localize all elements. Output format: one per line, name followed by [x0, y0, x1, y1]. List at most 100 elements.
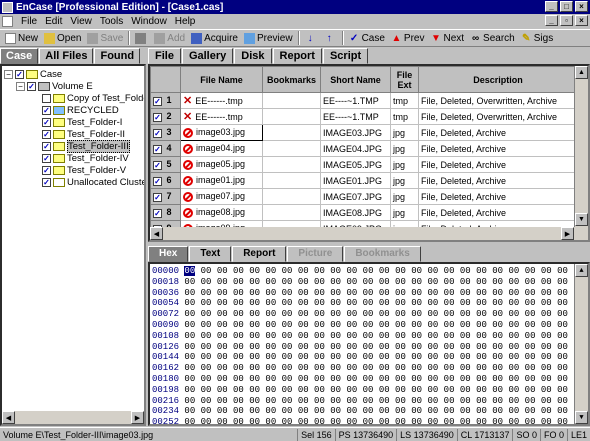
tab-report[interactable]: Report — [272, 48, 322, 64]
cell-short-name[interactable]: IMAGE04.JPG — [320, 140, 391, 157]
row-checkbox[interactable]: ✓ — [153, 176, 162, 186]
menu-window[interactable]: Window — [127, 16, 171, 27]
cell-short-name[interactable]: IMAGE08.JPG — [320, 204, 391, 221]
search-button[interactable]: ∞ Search — [467, 30, 518, 46]
row-selector[interactable]: ✓ 8 — [150, 204, 181, 221]
mdi-restore-button[interactable]: ▫ — [560, 15, 573, 26]
scroll-up-icon[interactable]: ▲ — [575, 66, 588, 79]
tab-text[interactable]: Text — [189, 246, 232, 262]
tree-checkbox[interactable]: ✓ — [42, 165, 51, 175]
cell-description[interactable]: File, Deleted, Archive — [418, 188, 578, 205]
cell-file-ext[interactable]: tmp — [390, 108, 419, 125]
table-row[interactable]: ✓ 7 image07.jpg IMAGE07.JPG jpg File, Delete… — [150, 188, 578, 205]
tab-bookmarks[interactable]: Bookmarks — [344, 246, 421, 262]
cell-description[interactable]: File, Deleted, Archive — [418, 172, 578, 189]
cell-short-name[interactable]: EE----~1.TMP — [320, 108, 391, 125]
cell-file-name[interactable]: ✕ EE------.tmp — [180, 108, 263, 125]
row-selector[interactable]: ✓ 1 — [150, 92, 181, 109]
tree-checkbox[interactable]: ✓ — [42, 129, 51, 139]
cell-description[interactable]: File, Deleted, Archive — [418, 204, 578, 221]
row-selector[interactable]: ✓ 5 — [150, 156, 181, 173]
sort-az-button[interactable]: ↓ — [302, 30, 321, 46]
cell-bookmarks[interactable] — [262, 92, 321, 109]
cell-short-name[interactable]: IMAGE07.JPG — [320, 188, 391, 205]
cell-file-name[interactable]: image07.jpg — [180, 188, 263, 205]
sort-za-button[interactable]: ↑ — [321, 30, 340, 46]
tree-checkbox[interactable]: ✓ — [15, 69, 24, 79]
menu-tools[interactable]: Tools — [96, 16, 127, 27]
row-selector[interactable]: ✓ 3 — [150, 124, 181, 141]
tab-script[interactable]: Script — [322, 48, 369, 64]
tab-report-view[interactable]: Report — [232, 246, 287, 262]
table-row[interactable]: ✓ 4 image04.jpg IMAGE04.JPG jpg File, Delete… — [150, 140, 578, 157]
tab-file[interactable]: File — [148, 48, 181, 64]
scroll-left-icon[interactable]: ◀ — [2, 411, 15, 424]
cell-description[interactable]: File, Deleted, Archive — [418, 156, 578, 173]
tree-item-test-folder-i[interactable]: ✓ Test_Folder-I — [42, 116, 122, 128]
collapse-icon[interactable]: − — [16, 81, 25, 91]
tree-item-recycled[interactable]: ✓ RECYCLED — [42, 104, 119, 116]
hex-row[interactable]: 00252 00 00 00 00 00 00 00 00 00 00 00 0… — [152, 417, 588, 424]
cell-description[interactable]: File, Deleted, Overwritten, Archive — [418, 92, 578, 109]
table-horizontal-scrollbar[interactable]: ◀ ▶ — [150, 227, 588, 240]
tree-item-test-folder-iv[interactable]: ✓ Test_Folder-IV — [42, 152, 129, 164]
row-selector[interactable]: ✓ 4 — [150, 140, 181, 157]
minimize-button[interactable]: _ — [545, 1, 558, 12]
tree-horizontal-scrollbar[interactable]: ◀ ▶ — [2, 411, 144, 424]
tree-item-volume-e[interactable]: − ✓ Volume E — [16, 80, 93, 92]
tree-checkbox[interactable]: ✓ — [27, 81, 36, 91]
cell-file-ext[interactable]: jpg — [390, 188, 419, 205]
cell-short-name[interactable]: EE----~1.TMP — [320, 92, 391, 109]
cell-bookmarks[interactable] — [262, 172, 321, 189]
print-button[interactable] — [132, 30, 151, 46]
next-button[interactable]: ▼ Next — [427, 30, 467, 46]
cell-file-name[interactable]: ✕ EE------.tmp — [180, 92, 263, 109]
new-button[interactable]: New — [2, 30, 41, 46]
cell-file-ext[interactable]: jpg — [390, 140, 419, 157]
scroll-right-icon[interactable]: ▶ — [131, 411, 144, 424]
menu-help[interactable]: Help — [171, 16, 200, 27]
acquire-button[interactable]: Acquire — [188, 30, 241, 46]
cell-bookmarks[interactable] — [262, 156, 321, 173]
menu-view[interactable]: View — [66, 16, 96, 27]
header-file-ext[interactable]: File Ext — [390, 66, 419, 93]
cell-file-ext[interactable]: jpg — [390, 124, 419, 141]
tree-checkbox[interactable] — [42, 93, 51, 103]
header-bookmarks[interactable]: Bookmarks — [262, 66, 321, 93]
table-row[interactable]: ✓ 8 image08.jpg IMAGE08.JPG jpg File, Delete… — [150, 204, 578, 221]
scroll-down-icon[interactable]: ▼ — [575, 411, 588, 424]
row-checkbox[interactable]: ✓ — [153, 192, 162, 202]
cell-short-name[interactable]: IMAGE05.JPG — [320, 156, 391, 173]
tab-gallery[interactable]: Gallery — [181, 48, 234, 64]
menu-edit[interactable]: Edit — [41, 16, 66, 27]
tree-item-test-folder-iii[interactable]: ✓ Test_Folder-III — [42, 139, 130, 153]
tree-item-copy-of-test-folder[interactable]: Copy of Test_Folder-I — [42, 92, 144, 104]
cell-description[interactable]: File, Deleted, Archive — [418, 124, 578, 141]
cell-short-name[interactable]: IMAGE03.JPG — [320, 124, 391, 141]
row-checkbox[interactable]: ✓ — [153, 112, 162, 122]
row-checkbox[interactable]: ✓ — [153, 144, 162, 154]
header-file-name[interactable]: File Name — [180, 66, 263, 93]
cell-file-ext[interactable]: jpg — [390, 204, 419, 221]
table-row[interactable]: ✓ 5 image05.jpg IMAGE05.JPG jpg File, Delete… — [150, 156, 578, 173]
cell-bookmarks[interactable] — [262, 204, 321, 221]
prev-button[interactable]: ▲ Prev — [388, 30, 428, 46]
cell-bookmarks[interactable] — [262, 188, 321, 205]
table-vertical-scrollbar[interactable]: ▲ ▼ — [574, 66, 588, 240]
tree-checkbox[interactable]: ✓ — [42, 141, 51, 151]
cell-file-ext[interactable]: tmp — [390, 92, 419, 109]
close-button[interactable]: × — [575, 1, 588, 12]
table-row[interactable]: ✓ 6 image01.jpg IMAGE01.JPG jpg File, Delete… — [150, 172, 578, 189]
cell-file-name[interactable]: image08.jpg — [180, 204, 263, 221]
tree-checkbox[interactable]: ✓ — [42, 117, 51, 127]
save-button[interactable]: Save — [84, 30, 126, 46]
cell-bookmarks[interactable] — [262, 108, 321, 125]
add-button[interactable]: Add — [151, 30, 188, 46]
preview-button[interactable]: Preview — [241, 30, 296, 46]
cell-bookmarks[interactable] — [262, 140, 321, 157]
tree-item-case[interactable]: − ✓ Case — [4, 68, 62, 80]
tree-item-unallocated-clusters[interactable]: ✓ Unallocated Clusters — [42, 176, 144, 188]
cell-file-name[interactable]: image03.jpg — [180, 124, 263, 141]
maximize-button[interactable]: □ — [560, 1, 573, 12]
scroll-left-icon[interactable]: ◀ — [150, 227, 163, 240]
